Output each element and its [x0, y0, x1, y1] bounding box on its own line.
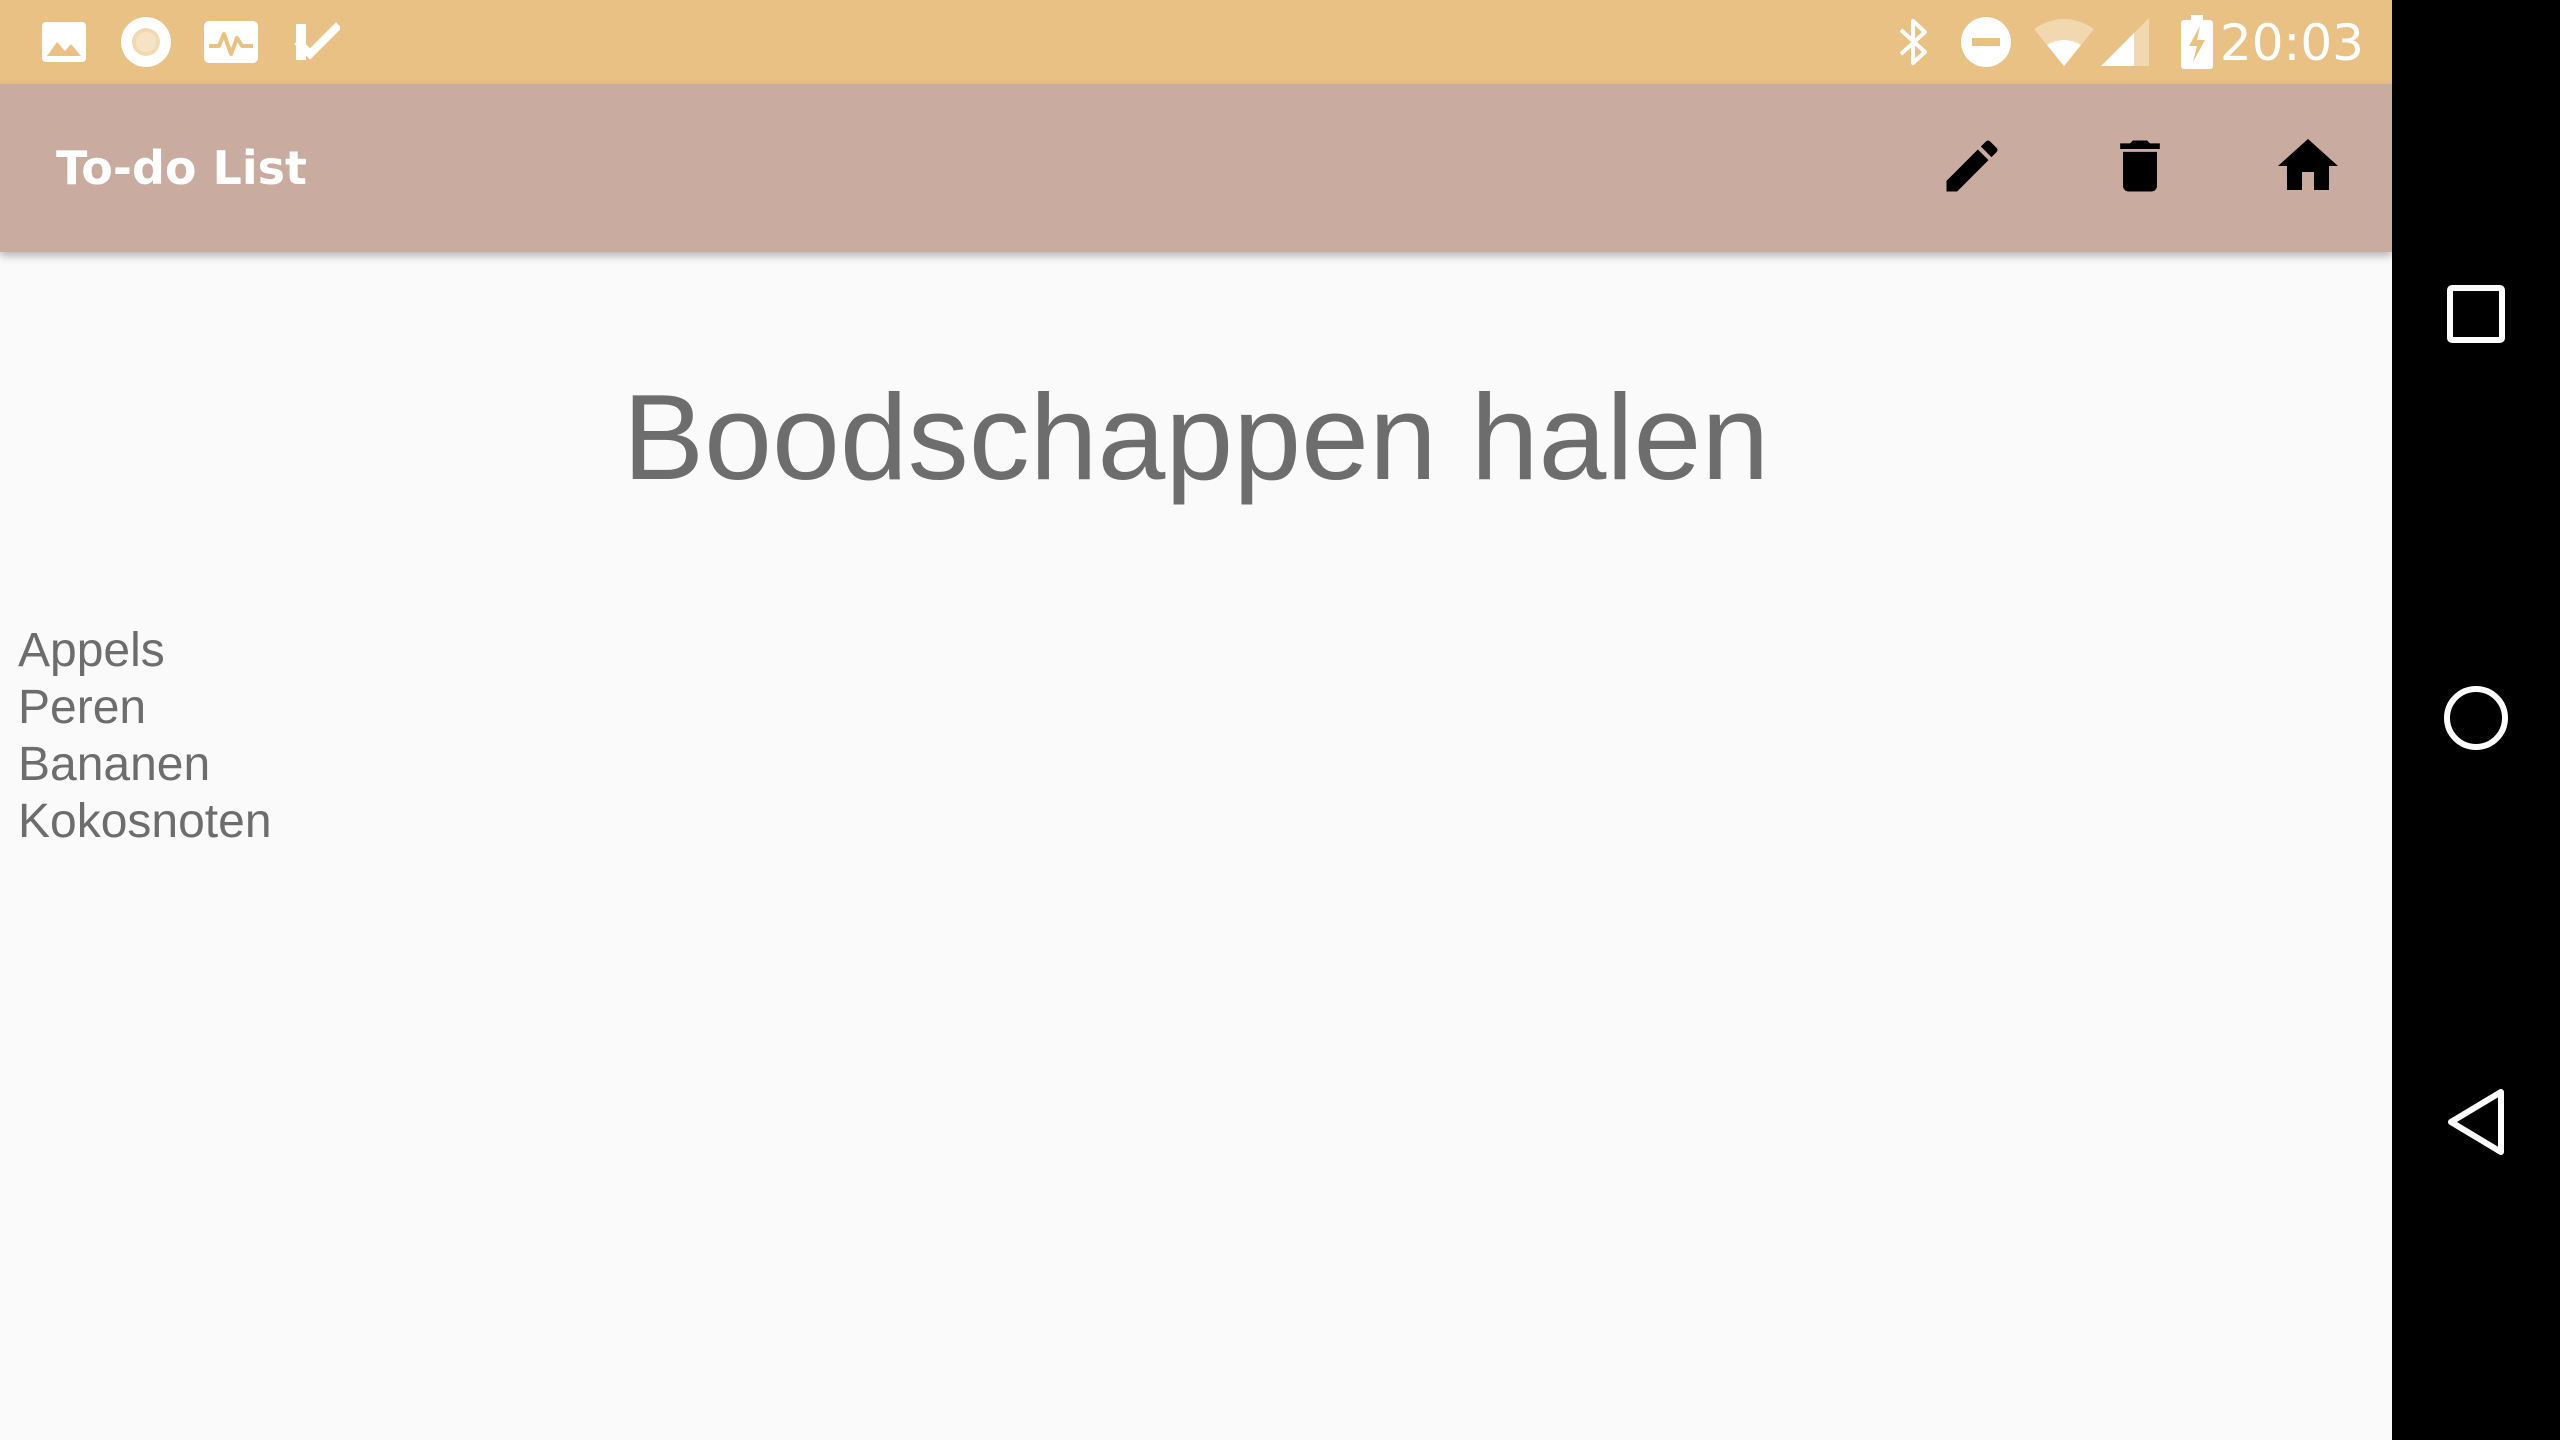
activity-chart-icon: [202, 0, 260, 84]
app-title: To-do List: [56, 141, 307, 195]
cell-signal-icon: [2098, 0, 2152, 84]
home-button[interactable]: [2224, 84, 2392, 252]
image-icon: [36, 0, 92, 84]
checklist-icon: [290, 0, 342, 84]
system-navigation-bar: [2392, 0, 2560, 1440]
todo-detail: Boodschappen halen Appels Peren Bananen …: [0, 252, 2392, 1440]
status-bar: 20:03: [0, 0, 2392, 84]
delete-button[interactable]: [2056, 84, 2224, 252]
home-icon: [2272, 130, 2344, 206]
home-nav-button[interactable]: [2392, 636, 2560, 804]
app-bar: To-do List: [0, 84, 2392, 252]
app-screen: 20:03 To-do List Boodschappen halen Appe…: [0, 0, 2392, 1440]
device-frame: 20:03 To-do List Boodschappen halen Appe…: [0, 0, 2560, 1440]
status-time: 20:03: [2219, 14, 2364, 72]
circle-notification-icon: [118, 0, 174, 84]
list-item: Appels: [18, 624, 165, 677]
list-item: Peren: [18, 681, 147, 734]
list-item: Bananen: [18, 738, 211, 791]
back-button[interactable]: [2392, 1040, 2560, 1208]
bluetooth-icon: [1892, 0, 1936, 84]
recents-square-icon: [2446, 284, 2506, 348]
wifi-icon: [2032, 0, 2096, 84]
trash-icon: [2106, 132, 2174, 204]
home-circle-icon: [2443, 685, 2509, 755]
do-not-disturb-icon: [1958, 0, 2014, 84]
battery-charging-icon: [2176, 0, 2218, 84]
todo-items-list: Appels Peren Bananen Kokosnoten: [18, 622, 272, 850]
pencil-icon: [1938, 132, 2006, 204]
recents-button[interactable]: [2392, 232, 2560, 400]
list-item: Kokosnoten: [18, 795, 272, 848]
edit-button[interactable]: [1888, 84, 2056, 252]
list-title: Boodschappen halen: [622, 369, 1770, 505]
back-triangle-icon: [2445, 1087, 2507, 1161]
